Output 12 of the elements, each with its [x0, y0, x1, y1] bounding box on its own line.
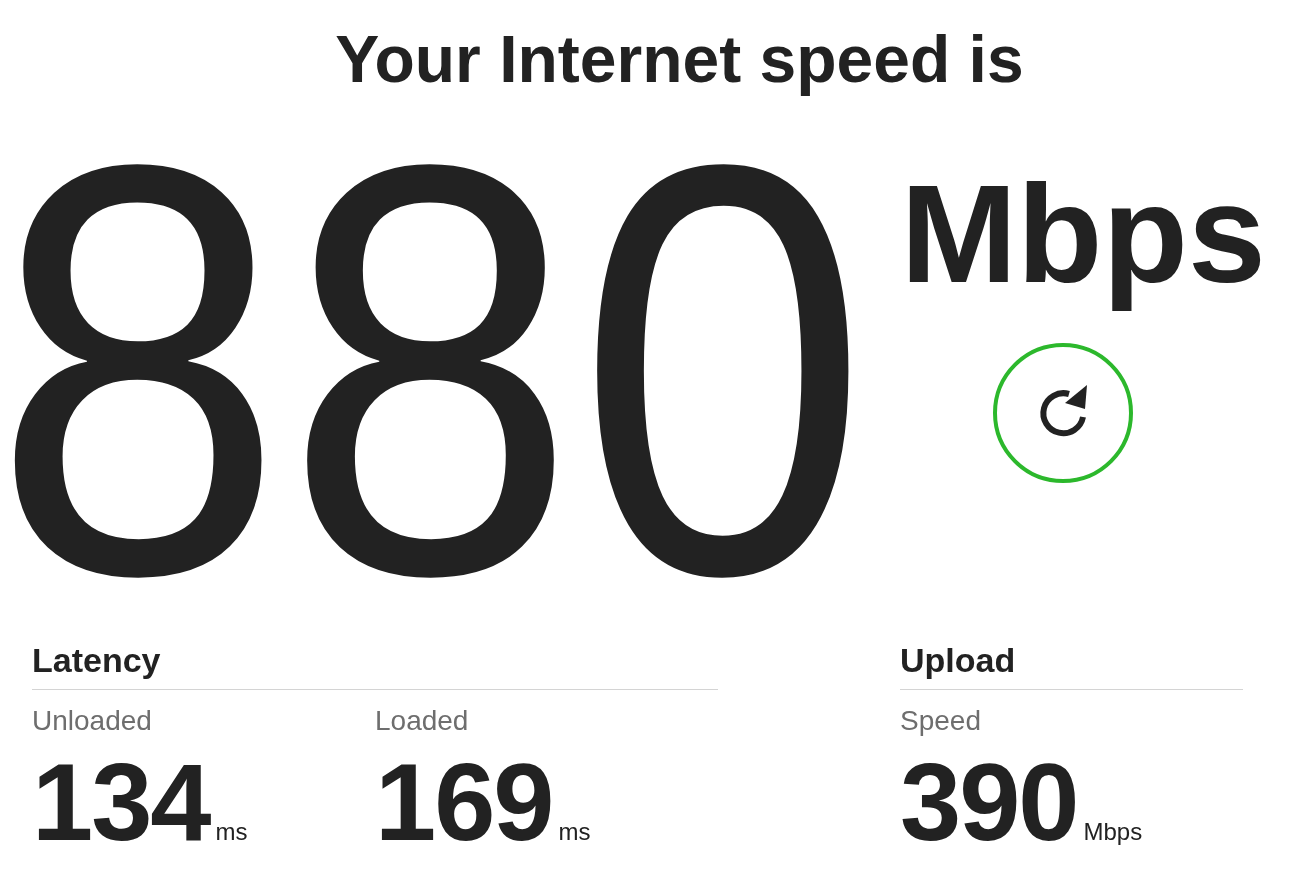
metric-value: 134	[32, 747, 210, 858]
metric-unit: ms	[558, 818, 591, 847]
metric-label: Unloaded	[32, 703, 153, 738]
metric-unit: ms	[215, 818, 248, 847]
section-heading: Upload	[900, 640, 1243, 690]
metric-label: Loaded	[375, 703, 470, 738]
metric-unit: Mbps	[1083, 818, 1143, 847]
metric-value: 169	[375, 747, 553, 858]
speed-unit: Mbps	[899, 160, 1267, 312]
metric-label: Speed	[900, 703, 982, 738]
metric-value: 390	[900, 747, 1078, 858]
section-heading: Latency	[32, 640, 718, 690]
